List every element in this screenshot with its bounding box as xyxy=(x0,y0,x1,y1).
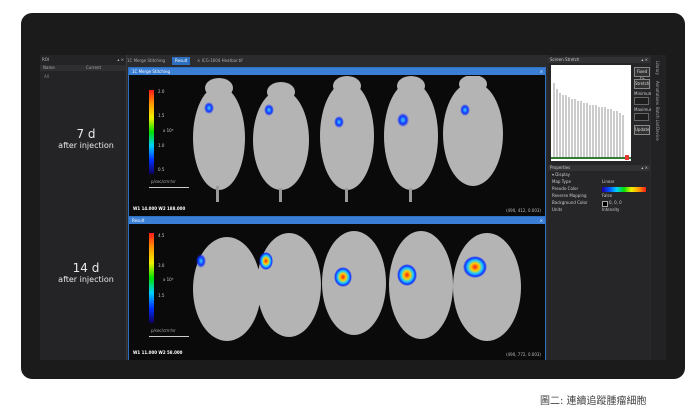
label-14d: 14 d after injection xyxy=(50,261,122,285)
vtab-library[interactable]: Library xyxy=(655,61,660,75)
prop-value: False xyxy=(602,193,613,198)
right-side-panel: Screen Stretch ▴ × Fixed Fit Stretch Min… xyxy=(548,55,654,360)
roi-panel-title: ROI xyxy=(42,57,50,62)
roi-col-current[interactable]: Current xyxy=(86,65,101,70)
prop-name: Units xyxy=(552,207,563,212)
properties-panel-title: Properties xyxy=(550,165,571,170)
colorbar-tick: 1.0 xyxy=(158,143,165,148)
tab-merge-stitching[interactable]: 1C Merge Stitching xyxy=(127,57,165,65)
properties-panel-header: Properties ▴ × xyxy=(548,165,650,171)
label-7d: 7 d after injection xyxy=(50,127,122,151)
pane-close-icon[interactable]: × xyxy=(540,68,543,75)
prop-name: Background Color xyxy=(552,200,588,205)
mice-image-7d xyxy=(193,76,503,202)
histogram-panel-header: Screen Stretch ▴ × xyxy=(548,57,650,63)
colorbar-tick: 3.0 xyxy=(158,263,165,268)
tab-icg-heatbar[interactable]: × ICG-1604 Heatbar.tif xyxy=(197,57,243,65)
minimum-input[interactable] xyxy=(634,97,649,105)
colorbar-7d xyxy=(149,90,154,174)
maximum-input[interactable] xyxy=(634,113,649,121)
colorbar-exponent: x 10⁶ xyxy=(163,128,174,133)
label-7d-day: 7 d xyxy=(76,127,96,141)
colorbar-tick: 0.5 xyxy=(158,167,165,172)
colorbar-exponent: x 10⁶ xyxy=(163,277,174,282)
vtab-batch-list[interactable]: Batch List xyxy=(655,107,660,127)
prop-value: Linear xyxy=(602,179,615,184)
prop-units[interactable]: Units Intensity xyxy=(552,207,650,213)
pane-close-icon[interactable]: × xyxy=(540,217,543,224)
cursor-coordinates: (490, 772, 0.003) xyxy=(506,352,541,357)
figure-caption: 圖二: 連續追蹤腫瘤細胞 xyxy=(540,396,647,407)
prop-name: Map Type xyxy=(552,179,571,184)
colorbar-unit: p/sec/cm²/sr xyxy=(151,179,176,184)
roi-panel-controls[interactable]: ▴ × xyxy=(117,57,124,62)
window-level-info: W1 11.000 W2 58.000 xyxy=(133,350,183,355)
colorbar-tick: 4.5 xyxy=(158,233,165,238)
image-pane-14d[interactable]: Result × 4.5 3.0 1.5 x 10⁶ p/sec/cm²/sr … xyxy=(128,216,546,360)
image-pane-7d[interactable]: 1C Merge Stitching × 2.0 1.5 1.0 0.5 x 1… xyxy=(128,67,546,217)
scale-bar xyxy=(149,187,189,188)
pane-title-14d: Result xyxy=(129,217,545,224)
prop-background-color[interactable]: Background Color 0, 0, 0 xyxy=(552,200,650,207)
prop-pseudo-color[interactable]: Pseudo Color xyxy=(552,186,650,192)
roi-row[interactable]: All xyxy=(44,74,49,79)
roi-table-header: Name Current xyxy=(40,65,126,71)
cursor-coordinates: (490, 412, 0.003) xyxy=(506,208,541,213)
panel-controls[interactable]: ▴ × xyxy=(641,165,648,171)
update-button[interactable]: Update xyxy=(634,125,650,135)
prop-value: Intensity xyxy=(602,207,620,212)
pane-title-7d: 1C Merge Stitching xyxy=(129,68,545,75)
colorbar-tick: 2.0 xyxy=(158,89,165,94)
prop-value: 0, 0, 0 xyxy=(609,200,622,205)
window-level-info: W1 14.000 W2 188.000 xyxy=(133,206,186,211)
histogram-chart xyxy=(551,65,631,161)
fixed-fit-button[interactable]: Fixed Fit xyxy=(634,67,650,82)
prop-name: Pseudo Color xyxy=(552,186,579,191)
chevron-down-icon: ▾ xyxy=(552,172,555,177)
prop-name: Reverse Mapping xyxy=(552,193,587,198)
application-window: ROI ▴ × Name Current All 7 d after injec… xyxy=(40,55,666,360)
pseudo-color-swatch xyxy=(602,186,646,192)
prop-reverse-mapping[interactable]: Reverse Mapping False xyxy=(552,193,650,199)
scale-bar xyxy=(149,336,189,337)
mice-image-14d xyxy=(193,231,521,341)
colorbar-unit: p/sec/cm²/sr xyxy=(151,328,176,333)
colorbar-tick: 1.5 xyxy=(158,113,165,118)
right-tab-strip: Library Annotations Batch List Device xyxy=(651,55,666,360)
colorbar-14d xyxy=(149,233,154,323)
label-7d-sub: after injection xyxy=(58,141,114,150)
display-group-label: Display xyxy=(555,172,571,177)
roi-panel: ROI ▴ × Name Current All xyxy=(40,55,127,360)
roi-col-name[interactable]: Name xyxy=(43,65,55,70)
display-group[interactable]: ▾ Display xyxy=(552,172,650,178)
label-14d-sub: after injection xyxy=(58,275,114,284)
label-14d-day: 14 d xyxy=(72,261,100,275)
colorbar-tick: 1.5 xyxy=(158,293,165,298)
minimum-label: Minimum xyxy=(634,91,653,96)
vtab-device[interactable]: Device xyxy=(655,127,660,141)
vtab-annotations[interactable]: Annotations xyxy=(655,81,660,105)
tab-result[interactable]: Result xyxy=(172,57,191,65)
prop-map-type[interactable]: Map Type Linear xyxy=(552,179,650,185)
histogram-panel-title: Screen Stretch xyxy=(550,57,580,62)
stretch-button[interactable]: Stretch xyxy=(634,79,650,89)
panel-controls[interactable]: ▴ × xyxy=(641,57,648,63)
